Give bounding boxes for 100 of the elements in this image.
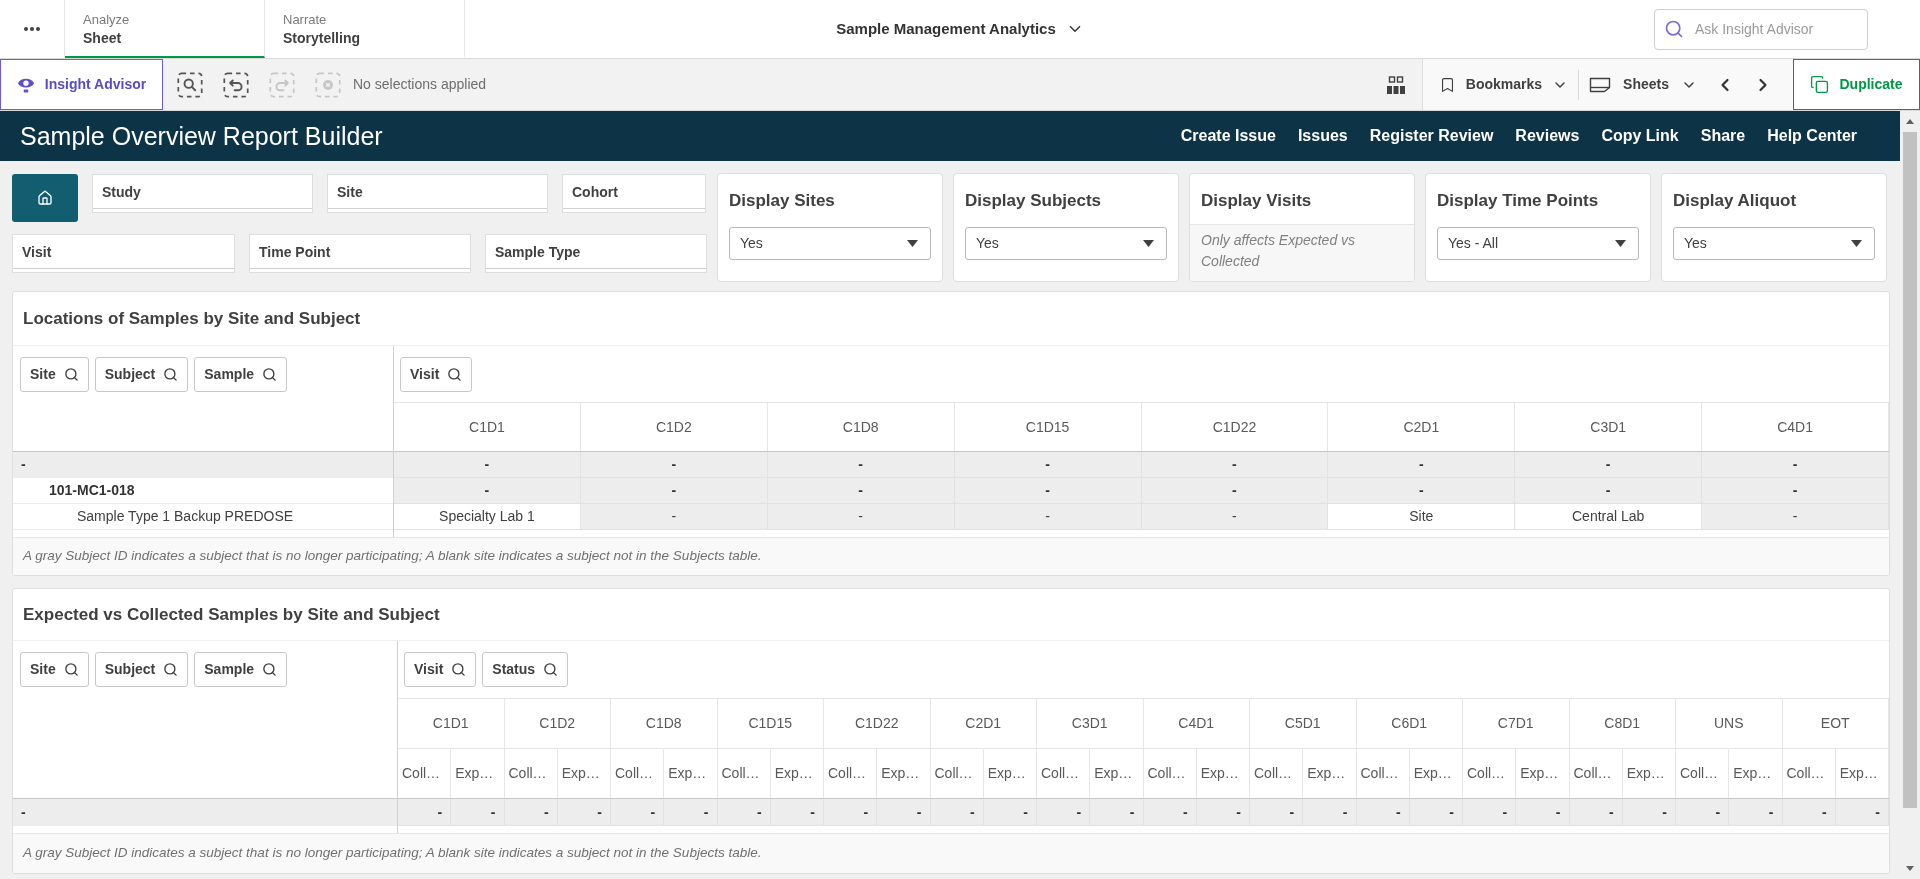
card-title: Display Time Points: [1436, 190, 1600, 212]
column-header: Coll…: [611, 749, 665, 798]
scrollbar-track[interactable]: [1900, 111, 1920, 879]
dimension-search-button[interactable]: Visit: [404, 652, 477, 687]
column-header: C1D8: [767, 403, 955, 451]
mode-tab[interactable]: Analyze Sheet: [65, 0, 265, 58]
footnote: A gray Subject ID indicates a subject that is no longer participating; A blank site indicates a subject not in the Subjects table.: [23, 547, 762, 566]
filter-field[interactable]: Study: [92, 174, 313, 213]
filter-field[interactable]: Cohort: [562, 174, 706, 213]
table-cell: -: [1196, 799, 1250, 826]
table-cell: -: [1702, 478, 1889, 504]
column-header: Coll…: [1143, 749, 1197, 798]
dimension-search-button[interactable]: Site: [20, 652, 89, 687]
nav-link[interactable]: Help Center: [1767, 124, 1857, 148]
card-note: Only affects Expected vs Collected: [1190, 224, 1414, 281]
home-button[interactable]: [12, 174, 78, 222]
table-cell: -: [1516, 799, 1570, 826]
table-cell: -: [1729, 799, 1783, 826]
smart-search-button[interactable]: [177, 71, 203, 98]
column-header: Exp…: [1196, 749, 1250, 798]
search-icon: [451, 662, 467, 677]
bookmarks-button[interactable]: Bookmarks: [1432, 66, 1575, 103]
nav-link[interactable]: Reviews: [1515, 124, 1580, 148]
column-header: Coll…: [398, 749, 452, 798]
column-header: C3D1: [1037, 699, 1144, 748]
card-title: Display Visits: [1200, 190, 1313, 212]
step-back-button[interactable]: [223, 71, 249, 98]
table-cell: -: [1143, 799, 1197, 826]
sheets-button[interactable]: Sheets: [1583, 66, 1703, 103]
column-header: C1D8: [611, 699, 718, 748]
column-header: C1D2: [580, 403, 768, 451]
dimension-search-button[interactable]: Subject: [94, 652, 189, 687]
column-header: Coll…: [1463, 749, 1517, 798]
caret-down-icon: [1143, 240, 1154, 247]
insight-advisor-button[interactable]: Insight Advisor: [0, 59, 163, 110]
scrollbar-thumb[interactable]: [1903, 132, 1917, 808]
table-cell: -: [1515, 452, 1703, 478]
table-cell: -: [1702, 452, 1889, 478]
more-icon: [24, 27, 40, 31]
duplicate-button[interactable]: Duplicate: [1793, 59, 1920, 110]
table-cell: -: [954, 504, 1142, 530]
dropdown[interactable]: Yes: [965, 227, 1167, 260]
column-header: Exp…: [1622, 749, 1676, 798]
nav-link[interactable]: Copy Link: [1601, 124, 1679, 148]
dropdown[interactable]: Yes - All: [1437, 227, 1639, 260]
column-header: Coll…: [1676, 749, 1730, 798]
table-cell: -: [717, 799, 771, 826]
column-header: Coll…: [504, 749, 558, 798]
dimension-search-button[interactable]: Site: [20, 356, 89, 392]
nav-link[interactable]: Issues: [1297, 124, 1348, 148]
table-cell: -: [1141, 504, 1329, 530]
table-cell: -: [1141, 478, 1329, 504]
dropdown[interactable]: Yes: [729, 227, 931, 260]
dimension-search-button[interactable]: Sample: [194, 356, 288, 392]
table-cell: -: [1569, 799, 1623, 826]
dimension-search-button[interactable]: Sample: [194, 652, 288, 687]
column-header: C1D22: [824, 699, 931, 748]
table-cell: -: [1463, 799, 1517, 826]
dropdown[interactable]: Yes: [1673, 227, 1875, 260]
column-header: C1D1: [394, 403, 581, 451]
footnote: A gray Subject ID indicates a subject that is no longer participating; A blank site indicates a subject not in the Subjects table.: [23, 844, 762, 863]
search-field[interactable]: Ask Insight Advisor: [1654, 8, 1868, 50]
table-cell: -: [1328, 478, 1516, 504]
column-header: Exp…: [983, 749, 1037, 798]
scroll-up-icon[interactable]: [1906, 119, 1914, 124]
scroll-down-icon[interactable]: [1906, 866, 1914, 871]
column-header: C1D1: [398, 699, 505, 748]
table-cell: -: [770, 799, 824, 826]
table-cell: -: [930, 799, 984, 826]
column-header: EOT: [1782, 699, 1889, 748]
table-cell: -: [1702, 504, 1889, 530]
column-header: Exp…: [770, 749, 824, 798]
nav-link[interactable]: Share: [1700, 124, 1746, 148]
sheet-icon: [1589, 76, 1612, 93]
column-header: C1D15: [717, 699, 824, 748]
table-title: Locations of Samples by Site and Subject: [23, 307, 361, 330]
nav-link[interactable]: Register Review: [1369, 124, 1494, 148]
search-icon: [262, 662, 278, 677]
table-cell: -: [611, 799, 665, 826]
app-title-button[interactable]: Sample Management Analytics: [832, 11, 1088, 47]
filter-field[interactable]: Visit: [12, 234, 235, 273]
column-header: Exp…: [1303, 749, 1357, 798]
filter-field[interactable]: Time Point: [249, 234, 471, 273]
table-cell: -: [451, 799, 505, 826]
column-header: Exp…: [1516, 749, 1570, 798]
column-header: Exp…: [1835, 749, 1889, 798]
table-cell: -: [767, 478, 955, 504]
table-cell: -: [983, 799, 1037, 826]
filter-field[interactable]: Sample Type: [485, 234, 707, 273]
table-cell: -: [1303, 799, 1357, 826]
dimension-search-button[interactable]: Subject: [94, 356, 189, 392]
dimension-search-button[interactable]: Visit: [400, 356, 473, 392]
dimension-search-button[interactable]: Status: [482, 652, 569, 687]
nav-link[interactable]: Create Issue: [1180, 124, 1276, 148]
column-header: Coll…: [717, 749, 771, 798]
column-header: UNS: [1676, 699, 1783, 748]
filter-field[interactable]: Site: [327, 174, 548, 213]
column-header: Exp…: [664, 749, 718, 798]
column-header: Coll…: [1356, 749, 1410, 798]
table-cell: -: [767, 504, 955, 530]
